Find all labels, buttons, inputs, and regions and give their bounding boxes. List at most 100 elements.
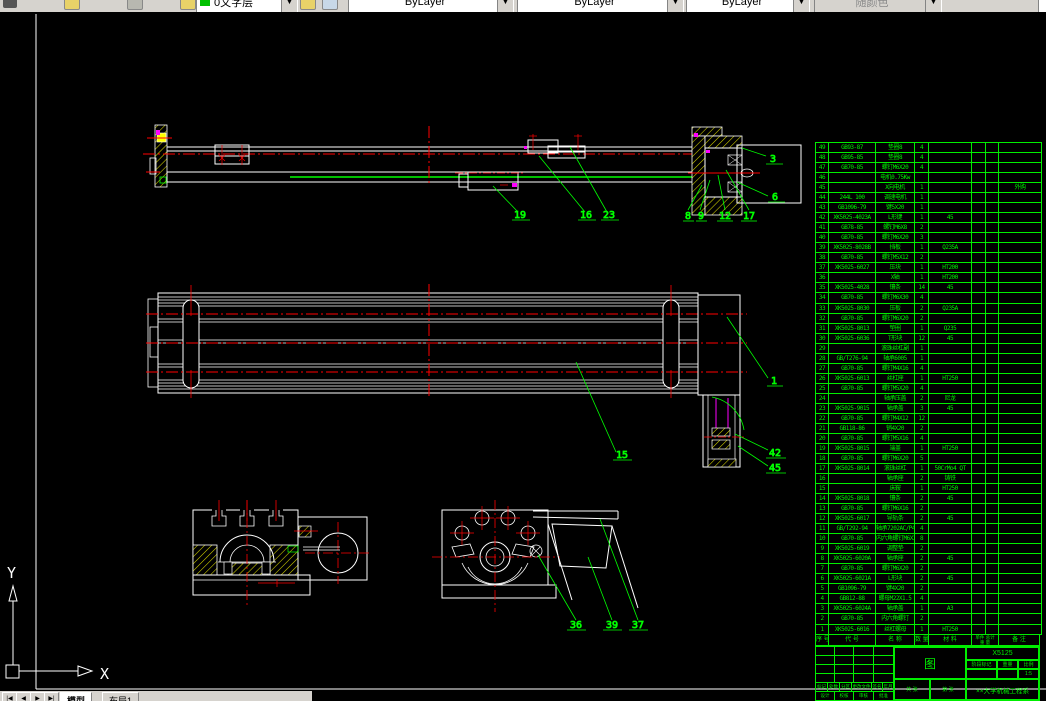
revision-cell bbox=[874, 674, 894, 683]
table-cell: GB70-85 bbox=[829, 564, 876, 574]
sheet-total-text: 共 张 bbox=[906, 687, 918, 693]
layer-control-combo[interactable]: 0文字层 ▼ bbox=[196, 0, 298, 12]
table-cell: 滚珠丝杠 bbox=[876, 464, 915, 474]
ucs-y-label: Y bbox=[7, 564, 16, 582]
table-cell bbox=[929, 453, 972, 463]
table-cell bbox=[999, 614, 1041, 623]
color-combo-arrow-icon[interactable]: ▼ bbox=[497, 0, 513, 12]
table-cell bbox=[986, 514, 999, 524]
table-cell bbox=[972, 353, 986, 363]
table-header-cell: 单件 总计重 量 bbox=[972, 635, 999, 645]
color-control-combo[interactable]: ByLayer ▼ bbox=[348, 0, 514, 12]
lineweight-combo-arrow-icon[interactable]: ▼ bbox=[793, 0, 809, 12]
model-number-text: X5125 bbox=[992, 650, 1013, 657]
revision-cell bbox=[854, 665, 874, 674]
model-space-canvas[interactable]: 3 6 8 9 12 17 19 16 23 1 15 42 45 36 39 … bbox=[0, 12, 1046, 701]
table-cell bbox=[999, 584, 1041, 593]
table-cell: 轴承盖 bbox=[876, 403, 915, 413]
table-cell: 螺钉M6X20 bbox=[876, 233, 915, 243]
table-cell: GB95-85 bbox=[829, 153, 876, 163]
callout-42: 42 bbox=[769, 448, 781, 459]
table-cell: Q235A bbox=[929, 243, 972, 253]
revision-cell bbox=[854, 647, 874, 656]
table-row: 17 XK5025-8014 滚珠丝杠 1 50CrMo4 QT bbox=[816, 464, 1041, 475]
table-cell: 4 bbox=[915, 293, 929, 303]
revision-cell bbox=[835, 674, 854, 683]
table-cell bbox=[972, 464, 986, 474]
table-cell bbox=[986, 564, 999, 574]
table-row: 46 电机0.75Kw bbox=[816, 173, 1041, 184]
table-cell bbox=[929, 614, 972, 624]
layer-combo-arrow-icon[interactable]: ▼ bbox=[281, 0, 297, 12]
table-cell: 47 bbox=[816, 163, 829, 173]
table-cell bbox=[972, 163, 986, 173]
table-cell: 20 bbox=[816, 433, 829, 443]
ucs-x-label: X bbox=[100, 665, 109, 683]
table-cell: 25 bbox=[816, 383, 829, 393]
table-cell: 30 bbox=[816, 333, 829, 343]
layer-manager-icon[interactable] bbox=[180, 0, 196, 10]
table-cell: 4 bbox=[816, 594, 829, 604]
table-cell bbox=[929, 564, 972, 574]
table-cell: 1 bbox=[915, 373, 929, 383]
table-cell bbox=[986, 494, 999, 504]
table-row: 23 XK5025-9015 轴承盖 3 45 bbox=[816, 403, 1041, 414]
layer-lock-icon[interactable] bbox=[127, 0, 143, 10]
table-cell bbox=[929, 413, 972, 423]
table-row: 36 X轴 1 HT200 bbox=[816, 273, 1041, 284]
table-cell: XK5025-8014 bbox=[829, 464, 876, 474]
lineweight-control-combo[interactable]: ByLayer ▼ bbox=[686, 0, 810, 12]
table-cell bbox=[999, 504, 1041, 513]
table-cell: XK5025-6020A bbox=[829, 554, 876, 564]
table-cell bbox=[999, 524, 1041, 533]
next-tab-button[interactable]: ▶ bbox=[30, 692, 45, 701]
table-cell bbox=[999, 474, 1041, 483]
layer-previous-icon[interactable] bbox=[322, 0, 338, 10]
weight-text: 重量 bbox=[1002, 662, 1013, 668]
table-cell bbox=[986, 213, 999, 223]
table-cell: 键5X20 bbox=[876, 203, 915, 213]
layer-bulb-icon[interactable] bbox=[64, 0, 80, 10]
role-cell: 审核 bbox=[854, 692, 874, 700]
table-cell: GB70-85 bbox=[829, 504, 876, 514]
table-cell bbox=[929, 173, 972, 183]
table-cell: GB70-85 bbox=[829, 233, 876, 243]
table-cell bbox=[929, 163, 972, 173]
first-tab-button[interactable]: |◀ bbox=[2, 692, 17, 701]
table-cell bbox=[986, 193, 999, 203]
tab-model[interactable]: 模型 bbox=[60, 692, 93, 701]
callout-1: 1 bbox=[771, 376, 777, 387]
table-cell: 内六角螺钉M6X30 bbox=[876, 534, 915, 544]
stage-mark-value bbox=[966, 669, 997, 679]
revision-sign-area: 标记处数分区更改文件号签名年月日设计校核审核批准 bbox=[816, 647, 894, 700]
table-cell: 4 bbox=[915, 153, 929, 163]
linetype-combo-arrow-icon[interactable]: ▼ bbox=[667, 0, 683, 12]
table-row: 11 GB/T292-94 轴承7202AC/P4 4 bbox=[816, 524, 1041, 535]
table-cell: A3 bbox=[929, 604, 972, 614]
table-cell bbox=[999, 464, 1041, 473]
table-cell bbox=[999, 404, 1041, 413]
table-cell: 5 bbox=[915, 453, 929, 463]
table-cell bbox=[929, 353, 972, 363]
table-cell: 丝杠座 bbox=[876, 373, 915, 383]
make-layer-current-icon[interactable] bbox=[300, 0, 316, 10]
table-cell: 电机0.75Kw bbox=[876, 173, 915, 183]
last-tab-button[interactable]: ▶| bbox=[44, 692, 59, 701]
model-number-cell: X5125 bbox=[966, 647, 1039, 660]
linetype-control-combo[interactable]: ByLayer ▼ bbox=[517, 0, 684, 12]
table-cell bbox=[972, 323, 986, 333]
stage-mark-label: 阶段标记 bbox=[966, 660, 997, 669]
table-cell: 1 bbox=[915, 464, 929, 474]
table-cell bbox=[929, 343, 972, 353]
callout-45: 45 bbox=[769, 463, 781, 474]
tab-layout1[interactable]: 布局1 bbox=[102, 692, 140, 701]
ucs-icon: Y X bbox=[5, 564, 109, 683]
table-row: 25 GB70-85 螺钉M5X20 4 bbox=[816, 383, 1041, 394]
prev-tab-button[interactable]: ◀ bbox=[16, 692, 31, 701]
table-cell: HT200 bbox=[929, 273, 972, 283]
table-row: 3 XK5025-6024A 轴承盖 1 A3 bbox=[816, 604, 1041, 615]
table-header-cell: 备 注 bbox=[1012, 637, 1026, 643]
table-cell bbox=[972, 484, 986, 494]
pushpin-icon[interactable] bbox=[3, 0, 17, 8]
table-cell: 18 bbox=[816, 453, 829, 463]
